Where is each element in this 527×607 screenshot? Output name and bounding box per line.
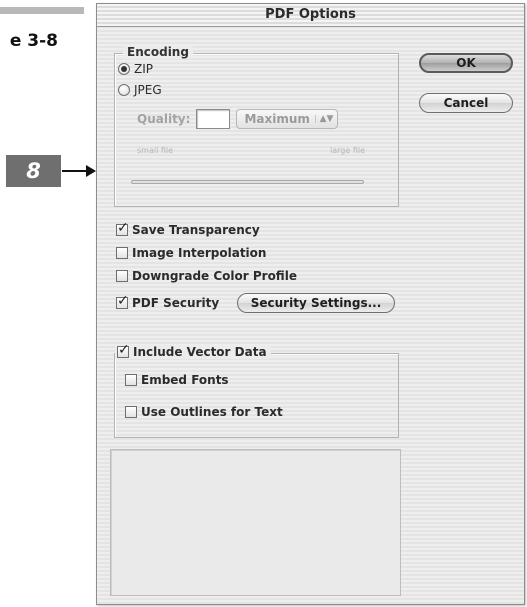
jpeg-option[interactable]: JPEG — [118, 83, 162, 97]
security-settings-button[interactable]: Security Settings... — [237, 293, 395, 313]
zip-option[interactable]: ZIP — [118, 62, 153, 76]
downgrade-color-profile-label: Downgrade Color Profile — [132, 269, 297, 283]
vector-data-group: ✓ Include Vector Data Embed Fonts Use Ou… — [114, 343, 399, 438]
figure-rule — [0, 7, 84, 14]
jpeg-radio[interactable] — [118, 84, 130, 96]
pdf-options-dialog: PDF Options Encoding ZIP JPEG Quality: M… — [96, 3, 525, 605]
figure-label: e 3-8 — [9, 31, 58, 51]
use-outlines-checkbox[interactable] — [125, 406, 137, 418]
quality-input[interactable] — [196, 109, 231, 129]
image-interpolation-checkbox[interactable] — [116, 247, 128, 259]
checkmark-icon: ✓ — [117, 293, 129, 309]
downgrade-color-profile-checkbox[interactable] — [116, 270, 128, 282]
dialog-titlebar[interactable]: PDF Options — [97, 4, 524, 27]
ok-button-label: OK — [456, 56, 476, 70]
save-transparency-option[interactable]: ✓ Save Transparency — [116, 220, 260, 237]
zip-label: ZIP — [134, 62, 153, 76]
pdf-security-checkbox[interactable]: ✓ — [116, 293, 129, 309]
encoding-legend: Encoding — [123, 45, 193, 59]
callout-number: 8 — [26, 159, 41, 183]
include-vector-label: Include Vector Data — [133, 345, 267, 359]
stepper-arrows-icon: ▲▼ — [314, 115, 333, 124]
security-settings-label: Security Settings... — [250, 296, 382, 310]
include-vector-option[interactable]: ✓ Include Vector Data — [115, 342, 271, 359]
save-transparency-checkbox[interactable]: ✓ — [116, 220, 129, 236]
cancel-button-label: Cancel — [443, 96, 489, 110]
use-outlines-option[interactable]: Use Outlines for Text — [125, 405, 283, 419]
include-vector-checkbox[interactable]: ✓ — [117, 342, 130, 358]
image-interpolation-option[interactable]: Image Interpolation — [116, 246, 266, 260]
callout-badge: 8 — [6, 155, 61, 187]
downgrade-color-profile-option[interactable]: Downgrade Color Profile — [116, 269, 297, 283]
jpeg-label: JPEG — [134, 83, 162, 97]
zip-radio[interactable] — [118, 63, 130, 75]
quality-select[interactable]: Maximum ▲▼ — [236, 109, 339, 129]
quality-slider[interactable] — [131, 180, 364, 184]
dialog-title: PDF Options — [265, 7, 356, 22]
cancel-button[interactable]: Cancel — [419, 93, 513, 113]
small-file-label: small file — [137, 146, 174, 155]
large-file-label: large file — [330, 146, 365, 155]
checkmark-icon: ✓ — [118, 342, 130, 358]
ok-button[interactable]: OK — [419, 53, 513, 73]
quality-row: Quality: Maximum ▲▼ — [137, 109, 339, 129]
pdf-security-option[interactable]: ✓ PDF Security — [116, 293, 220, 310]
description-area — [110, 449, 401, 596]
callout-arrow-icon — [62, 165, 96, 177]
encoding-group: Encoding ZIP JPEG Quality: Maximum ▲▼ sm… — [114, 45, 399, 207]
embed-fonts-option[interactable]: Embed Fonts — [125, 373, 229, 387]
save-transparency-label: Save Transparency — [132, 223, 260, 237]
quality-label: Quality: — [137, 112, 191, 126]
embed-fonts-checkbox[interactable] — [125, 374, 137, 386]
checkmark-icon: ✓ — [117, 220, 129, 236]
embed-fonts-label: Embed Fonts — [141, 373, 229, 387]
pdf-security-label: PDF Security — [132, 296, 220, 310]
quality-select-value: Maximum — [244, 112, 310, 126]
use-outlines-label: Use Outlines for Text — [141, 405, 283, 419]
image-interpolation-label: Image Interpolation — [132, 246, 267, 260]
